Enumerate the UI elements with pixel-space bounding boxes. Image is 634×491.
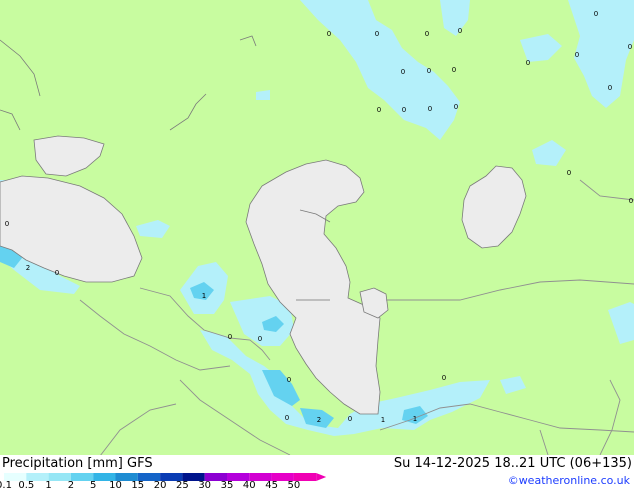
value-label: 0 bbox=[258, 335, 262, 343]
value-label: 0 bbox=[287, 376, 291, 384]
value-label: 0 bbox=[567, 169, 571, 177]
value-label: 0 bbox=[629, 197, 633, 205]
value-label: 0 bbox=[594, 10, 598, 18]
value-label: 0 bbox=[55, 269, 59, 277]
value-label: 0 bbox=[425, 30, 429, 38]
value-label: 0 bbox=[401, 68, 405, 76]
value-label: 0 bbox=[575, 51, 579, 59]
value-label: 0 bbox=[526, 59, 530, 67]
forecast-datetime: Su 14-12-2025 18..21 UTC (06+135) bbox=[393, 456, 632, 471]
value-label: 0 bbox=[377, 106, 381, 114]
value-label: 2 bbox=[317, 416, 321, 424]
scale-arrow bbox=[316, 473, 327, 481]
value-label: 0 bbox=[452, 66, 456, 74]
value-label: 0 bbox=[5, 220, 9, 228]
value-label: 1 bbox=[202, 292, 206, 300]
legend-footer: Precipitation [mm] GFS Su 14-12-2025 18.… bbox=[0, 455, 634, 491]
value-label: 1 bbox=[413, 415, 417, 423]
value-label: 0 bbox=[348, 415, 352, 423]
value-label: 0 bbox=[458, 27, 462, 35]
value-label: 0 bbox=[228, 333, 232, 341]
value-label: 0 bbox=[454, 103, 458, 111]
value-label: 0 bbox=[402, 106, 406, 114]
value-label: 0 bbox=[285, 414, 289, 422]
precipitation-map: 0 0 0 0 0 0 0 0 0 0 0 0 0 0 0 0 0 0 2 0 … bbox=[0, 0, 634, 455]
credit-link[interactable]: ©weatheronline.co.uk bbox=[508, 474, 630, 488]
value-label: 0 bbox=[327, 30, 331, 38]
value-label: 0 bbox=[608, 84, 612, 92]
value-label: 0 bbox=[628, 43, 632, 51]
value-label: 2 bbox=[26, 264, 30, 272]
legend-title: Precipitation [mm] GFS bbox=[2, 456, 153, 471]
value-label: 1 bbox=[381, 416, 385, 424]
value-label: 0 bbox=[427, 67, 431, 75]
value-label: 0 bbox=[442, 374, 446, 382]
value-label: 0 bbox=[375, 30, 379, 38]
value-label: 0 bbox=[428, 105, 432, 113]
